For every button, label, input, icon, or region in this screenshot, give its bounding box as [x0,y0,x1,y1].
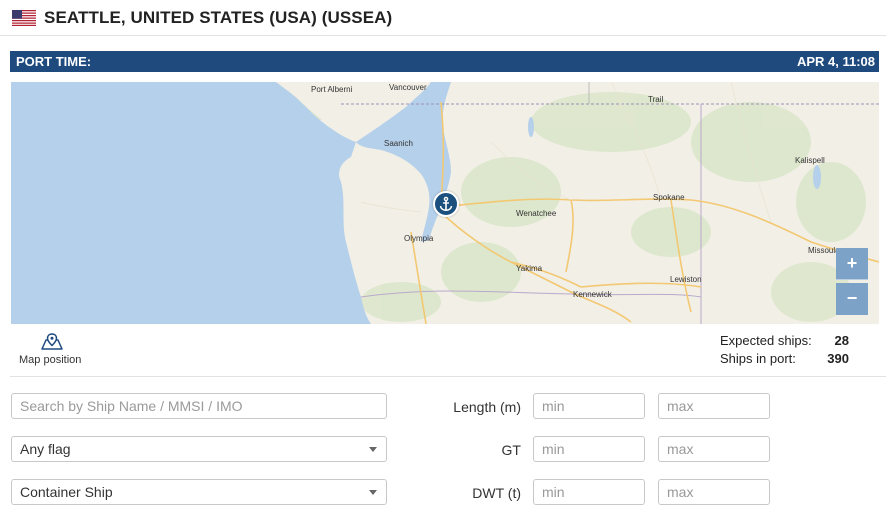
page-title: SEATTLE, UNITED STATES (USA) (USSEA) [44,8,393,27]
anchor-icon [439,196,453,211]
map-position-link[interactable]: Map position [18,333,88,369]
zoom-in-button[interactable]: + [836,248,868,280]
port-time-bar: PORT TIME: APR 4, 11:08 [10,51,879,72]
dwt-max-input[interactable]: max [658,479,770,505]
gt-max-input[interactable]: max [658,436,770,462]
map-label: Yakima [516,264,543,273]
flag-select-value: Any flag [20,441,71,457]
chevron-down-icon [369,447,377,452]
dwt-label: DWT (t) [472,485,521,501]
port-time-label: PORT TIME: [16,54,92,69]
us-flag-icon [12,10,36,26]
ships-in-port-value: 390 [827,351,849,366]
map-pin-icon [41,333,63,350]
map-label: Spokane [653,193,685,202]
map-label: Kennewick [573,290,612,299]
length-max-input[interactable]: max [658,393,770,419]
port-marker[interactable] [433,191,459,217]
chevron-down-icon [369,490,377,495]
map-label: Port Alberni [311,85,353,94]
ships-in-port-row: Ships in port: 390 [720,351,860,369]
expected-ships-label: Expected ships: [720,333,812,348]
port-page: SEATTLE, UNITED STATES (USA) (USSEA) POR… [0,0,886,509]
length-min-input[interactable]: min [533,393,645,419]
expected-ships-row: Expected ships: 28 [720,333,860,351]
divider [10,376,886,377]
port-time-value: APR 4, 11:08 [796,54,875,69]
map-label: Olympia [404,234,434,243]
ship-stats: Expected ships: 28 Ships in port: 390 [720,333,860,369]
ship-type-select[interactable]: Container Ship [11,479,387,505]
page-header: SEATTLE, UNITED STATES (USA) (USSEA) [0,0,886,36]
map-label: Trail [648,95,664,104]
port-map[interactable]: Port Alberni Vancouver Trail Saanich Kal… [11,82,879,324]
ship-search-input[interactable]: Search by Ship Name / MMSI / IMO [11,393,387,419]
ship-type-select-value: Container Ship [20,484,113,500]
map-label: Vancouver [389,83,427,92]
gt-min-input[interactable]: min [533,436,645,462]
flag-select[interactable]: Any flag [11,436,387,462]
expected-ships-value: 28 [834,333,849,348]
zoom-out-button[interactable]: − [836,283,868,315]
gt-label: GT [501,442,521,458]
map-label: Wenatchee [516,209,557,218]
map-position-label: Map position [19,354,82,366]
map-label: Kalispell [795,156,825,165]
ships-in-port-label: Ships in port: [720,351,796,366]
map-label: Saanich [384,139,413,148]
map-label: Missoula [808,246,840,255]
map-label: Lewiston [670,275,702,284]
length-label: Length (m) [453,399,521,415]
dwt-min-input[interactable]: min [533,479,645,505]
